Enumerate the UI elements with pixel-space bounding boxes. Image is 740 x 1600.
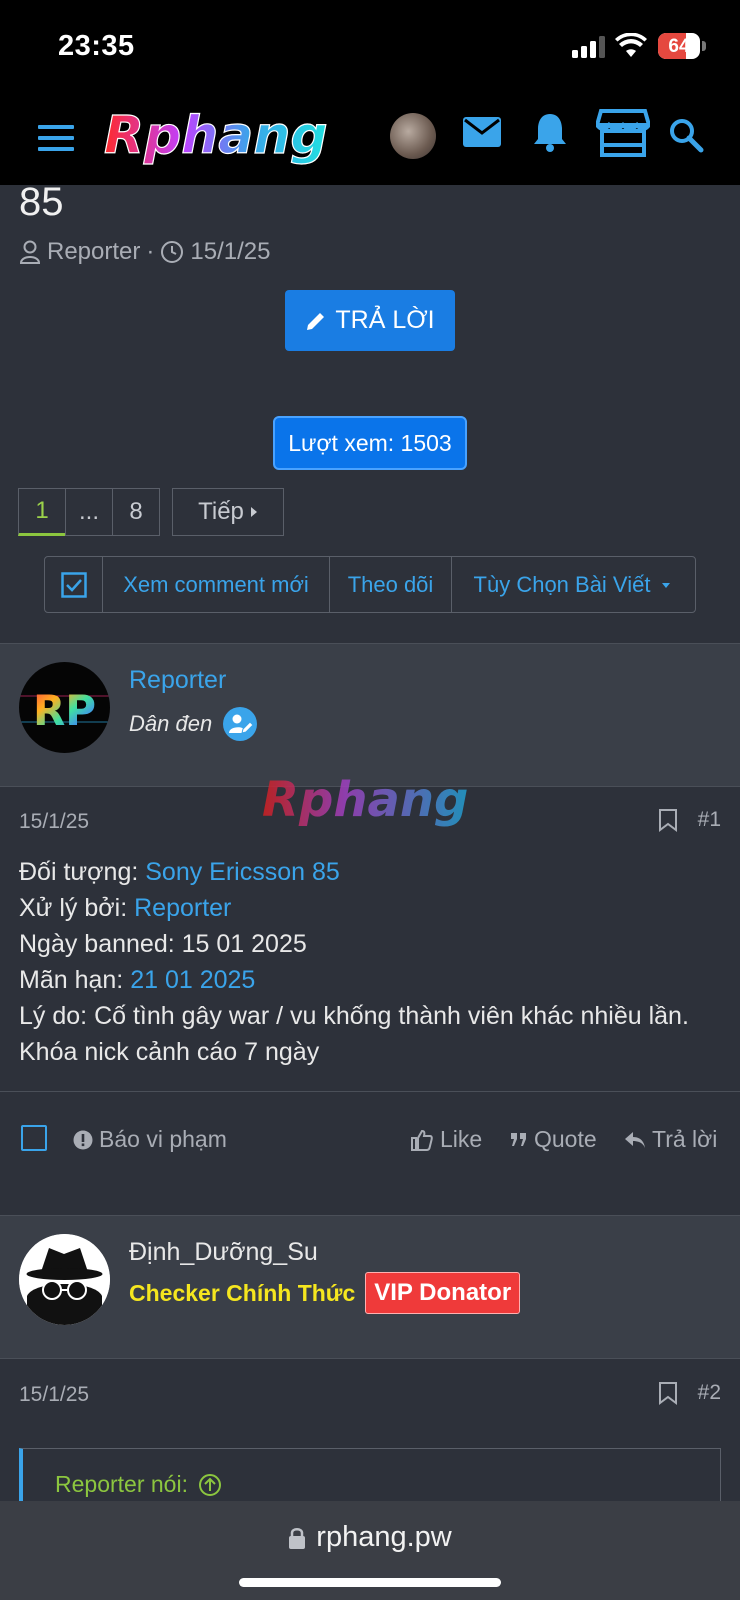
thread-action-bar: Xem comment mới Theo dõi Tùy Chọn Bài Vi… bbox=[44, 556, 696, 613]
page-8[interactable]: 8 bbox=[112, 488, 160, 536]
post-1-line-target: Đối tượng: Sony Ericsson 85 bbox=[19, 858, 340, 886]
checker-badge: Checker Chính Thức bbox=[129, 1279, 356, 1306]
follow-button[interactable]: Theo dõi bbox=[330, 557, 452, 612]
page-ellipsis[interactable]: ... bbox=[65, 488, 113, 536]
bookmark-icon[interactable] bbox=[658, 1381, 678, 1405]
thumbs-up-icon bbox=[411, 1129, 433, 1151]
quote-attribution[interactable]: Reporter nói: bbox=[55, 1471, 222, 1498]
post-2-badges: Checker Chính Thức VIP Donator bbox=[129, 1272, 521, 1314]
menu-icon[interactable] bbox=[38, 124, 76, 152]
checkbox-checked-icon bbox=[60, 571, 87, 598]
like-button[interactable]: Like bbox=[410, 1126, 482, 1153]
post-2-date[interactable]: 15/1/25 bbox=[19, 1383, 89, 1407]
warning-icon bbox=[73, 1130, 93, 1149]
reply-arrow-icon bbox=[625, 1131, 645, 1148]
target-link[interactable]: Sony Ericsson 85 bbox=[145, 858, 340, 886]
caret-down-icon bbox=[662, 582, 671, 588]
pencil-icon bbox=[307, 312, 325, 330]
caret-right-icon bbox=[250, 507, 257, 517]
search-icon[interactable] bbox=[668, 117, 704, 153]
address-bar[interactable]: rphang.pw bbox=[0, 1521, 740, 1554]
post-2-number[interactable]: #2 bbox=[698, 1381, 721, 1405]
reply-button[interactable]: TRẢ LỜI bbox=[285, 290, 455, 351]
reply-button-label: TRẢ LỜI bbox=[335, 306, 435, 334]
status-bar: 23:35 64 bbox=[0, 0, 740, 95]
post-1-date[interactable]: 15/1/25 bbox=[19, 810, 89, 834]
status-time: 23:35 bbox=[58, 30, 135, 62]
site-logo[interactable]: Rphang bbox=[102, 103, 352, 167]
new-comments-button[interactable]: Xem comment mới bbox=[103, 557, 330, 612]
quote-icon bbox=[511, 1132, 526, 1146]
post-1-user-title: Dân đen bbox=[129, 706, 258, 742]
thread-date[interactable]: 15/1/25 bbox=[190, 238, 270, 266]
report-button[interactable]: Báo vi phạm bbox=[73, 1126, 227, 1153]
post-reply-button[interactable]: Trả lời bbox=[624, 1126, 717, 1153]
wifi-icon bbox=[615, 33, 647, 57]
post-2-number-group: #2 bbox=[658, 1381, 721, 1405]
thread-options-dropdown[interactable]: Tùy Chọn Bài Viết bbox=[452, 557, 694, 612]
bell-icon[interactable] bbox=[532, 111, 568, 153]
browser-bottom-bar: rphang.pw bbox=[0, 1501, 740, 1600]
post-2-avatar[interactable] bbox=[19, 1234, 110, 1325]
view-count: Lượt xem: 1503 bbox=[273, 416, 467, 470]
battery-icon: 64 bbox=[658, 33, 700, 59]
verified-editor-icon bbox=[223, 707, 258, 741]
svg-text:Rphang: Rphang bbox=[104, 106, 328, 166]
quote-button[interactable]: Quote bbox=[510, 1126, 597, 1153]
post-separator bbox=[0, 1185, 740, 1215]
thread-author[interactable]: Reporter bbox=[47, 238, 140, 266]
pagination: 1 ... 8 Tiếp bbox=[18, 488, 284, 536]
home-indicator[interactable] bbox=[239, 1578, 501, 1587]
lock-icon bbox=[289, 1527, 306, 1549]
app-header: Rphang bbox=[0, 95, 740, 185]
next-page-button[interactable]: Tiếp bbox=[172, 488, 284, 536]
post-1-number[interactable]: #1 bbox=[698, 808, 721, 832]
handler-link[interactable]: Reporter bbox=[134, 894, 231, 922]
post-1-footer: Báo vi phạm Like Quote Trả lời bbox=[0, 1091, 740, 1185]
battery-level: 64 bbox=[668, 36, 690, 57]
user-icon bbox=[19, 240, 41, 264]
post-1-user-title-text: Dân đen bbox=[129, 711, 213, 736]
meta-separator: · bbox=[146, 238, 155, 265]
page-1[interactable]: 1 bbox=[18, 488, 66, 536]
thread-options-label: Tùy Chọn Bài Viết bbox=[473, 571, 651, 597]
select-checkbox[interactable] bbox=[45, 557, 103, 612]
signal-icon bbox=[572, 36, 608, 58]
post-2-username[interactable]: Định_Dưỡng_Su bbox=[129, 1238, 318, 1267]
post-1-user-band: RP Reporter Dân đen bbox=[0, 643, 740, 787]
post-1-line-ban-date: Ngày banned: 15 01 2025 bbox=[19, 930, 307, 958]
bookmark-icon[interactable] bbox=[658, 808, 678, 832]
vip-donator-badge: VIP Donator bbox=[365, 1272, 521, 1314]
post-1-avatar[interactable]: RP bbox=[19, 662, 110, 753]
user-avatar[interactable] bbox=[390, 113, 436, 159]
battery-tip bbox=[702, 41, 706, 51]
thread-title: 85 bbox=[19, 180, 64, 224]
svg-text:RP: RP bbox=[33, 686, 96, 735]
post-2-user-band: Định_Dưỡng_Su Checker Chính Thức VIP Don… bbox=[0, 1215, 740, 1359]
post-1-select-checkbox[interactable] bbox=[21, 1125, 47, 1151]
post-1-line-handled-by: Xử lý bởi: Reporter bbox=[19, 894, 232, 922]
post-1-line-expiry: Mãn hạn: 21 01 2025 bbox=[19, 966, 256, 994]
mail-icon[interactable] bbox=[462, 115, 502, 149]
url-text: rphang.pw bbox=[316, 1521, 452, 1553]
thread-meta: Reporter · 15/1/25 bbox=[19, 238, 270, 266]
post-1-number-group: #1 bbox=[658, 808, 721, 832]
post-1-line-reason: Lý do: Cố tình gây war / vu khống thành … bbox=[19, 1002, 689, 1030]
clock-icon bbox=[161, 241, 184, 263]
svg-text:Rphang: Rphang bbox=[262, 772, 468, 828]
arrow-up-circle-icon[interactable] bbox=[198, 1473, 222, 1497]
post-1-line-penalty: Khóa nick cảnh cáo 7 ngày bbox=[19, 1038, 320, 1066]
watermark-logo: Rphang bbox=[262, 772, 468, 828]
next-page-label: Tiếp bbox=[198, 498, 244, 525]
expiry-link[interactable]: 21 01 2025 bbox=[130, 966, 255, 994]
store-icon[interactable] bbox=[596, 109, 650, 157]
rp-avatar-graphic: RP bbox=[19, 686, 110, 735]
post-1-username[interactable]: Reporter bbox=[129, 666, 226, 695]
incognito-avatar-graphic bbox=[19, 1234, 110, 1325]
